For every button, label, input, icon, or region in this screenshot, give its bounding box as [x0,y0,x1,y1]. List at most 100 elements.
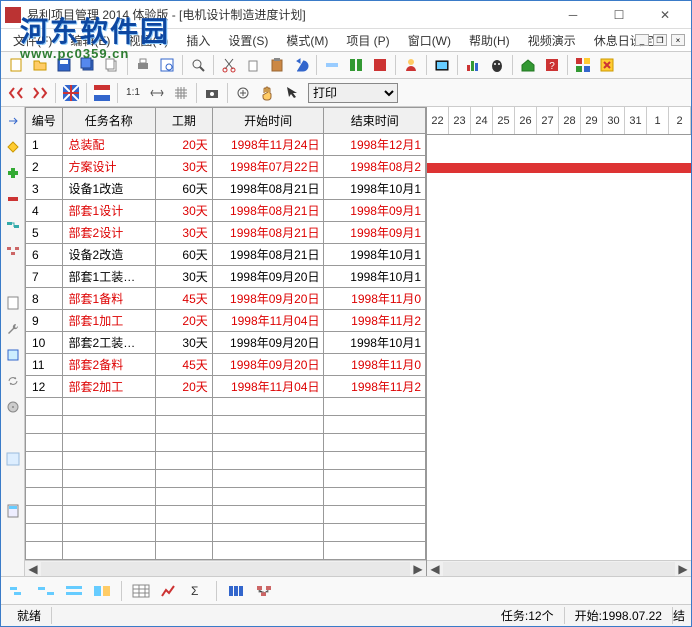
cell-end[interactable]: 1998年08月2 [324,156,426,178]
cell-num[interactable]: 9 [26,310,63,332]
table-row[interactable] [26,488,426,506]
sb-refresh-icon[interactable] [3,371,23,391]
mdi-restore-button[interactable]: ❐ [653,34,667,46]
copy2-icon[interactable] [242,54,264,76]
expand-right-icon[interactable] [29,82,51,104]
cell-num[interactable]: 11 [26,354,63,376]
cell-num[interactable]: 4 [26,200,63,222]
cell-duration[interactable]: 20天 [155,376,212,398]
tv-icon[interactable] [431,54,453,76]
cell-num[interactable]: 10 [26,332,63,354]
table-row[interactable]: 3设备1改造60天1998年08月21日1998年10月1 [26,178,426,200]
tool-a-icon[interactable] [321,54,343,76]
open-folder-icon[interactable] [29,54,51,76]
menu-view[interactable]: 视图(V) [120,30,176,51]
cell-duration[interactable]: 20天 [155,134,212,156]
save-icon[interactable] [53,54,75,76]
cell-start[interactable]: 1998年11月04日 [212,376,324,398]
col-num[interactable]: 编号 [26,108,63,134]
cell-end[interactable]: 1998年11月2 [324,310,426,332]
save-all-icon[interactable] [77,54,99,76]
cell-end[interactable]: 1998年10月1 [324,332,426,354]
table-row[interactable] [26,542,426,560]
cell-end[interactable]: 1998年09月1 [324,222,426,244]
bt-sum-icon[interactable]: Σ [186,581,208,601]
print-preview-icon[interactable] [156,54,178,76]
bt-view2-icon[interactable] [35,581,57,601]
copy-icon[interactable] [101,54,123,76]
cell-start[interactable]: 1998年11月24日 [212,134,324,156]
sb-disc-icon[interactable] [3,397,23,417]
scale-11-icon[interactable]: 1:1 [122,82,144,104]
cell-start[interactable]: 1998年08月21日 [212,222,324,244]
menu-project[interactable]: 项目 (P) [338,30,397,51]
undo-icon[interactable] [290,54,312,76]
table-row[interactable]: 11部套2备料45天1998年09月20日1998年11月0 [26,354,426,376]
expand-left-icon[interactable] [5,82,27,104]
grid-hscroll[interactable]: ◀▶ [25,560,426,576]
cell-start[interactable]: 1998年09月20日 [212,266,324,288]
cell-start[interactable]: 1998年08月21日 [212,178,324,200]
menu-edit[interactable]: 编辑(E) [62,30,118,51]
print-select[interactable]: 打印 [308,83,398,103]
flag-uk-icon[interactable] [60,82,82,104]
cell-name[interactable]: 设备2改造 [62,244,155,266]
new-file-icon[interactable] [5,54,27,76]
cell-end[interactable]: 1998年10月1 [324,178,426,200]
menu-help[interactable]: 帮助(H) [461,30,518,51]
cell-duration[interactable]: 45天 [155,354,212,376]
table-row[interactable]: 6设备2改造60天1998年08月21日1998年10月1 [26,244,426,266]
maximize-button[interactable]: ☐ [597,5,641,25]
cell-name[interactable]: 部套2加工 [62,376,155,398]
sb-arrow-icon[interactable] [3,111,23,131]
camera-icon[interactable] [201,82,223,104]
blocks-icon[interactable] [572,54,594,76]
cell-end[interactable]: 1998年09月1 [324,200,426,222]
cell-end[interactable]: 1998年10月1 [324,244,426,266]
table-row[interactable] [26,398,426,416]
pointer-icon[interactable] [280,82,302,104]
table-row[interactable] [26,470,426,488]
menu-file[interactable]: 文件(F) [5,30,60,51]
user-icon[interactable] [400,54,422,76]
qq-icon[interactable] [486,54,508,76]
table-row[interactable]: 1总装配20天1998年11月24日1998年12月1 [26,134,426,156]
cell-name[interactable]: 总装配 [62,134,155,156]
cell-start[interactable]: 1998年09月20日 [212,332,324,354]
hand-icon[interactable] [256,82,278,104]
bt-net-icon[interactable] [253,581,275,601]
cell-name[interactable]: 部套2设计 [62,222,155,244]
cell-duration[interactable]: 20天 [155,310,212,332]
cell-duration[interactable]: 30天 [155,156,212,178]
cell-end[interactable]: 1998年11月0 [324,354,426,376]
menu-insert[interactable]: 插入 [178,30,218,51]
cell-name[interactable]: 设备1改造 [62,178,155,200]
cell-num[interactable]: 2 [26,156,63,178]
menu-mode[interactable]: 模式(M) [278,30,336,51]
table-row[interactable]: 4部套1设计30天1998年08月21日1998年09月1 [26,200,426,222]
cell-end[interactable]: 1998年11月2 [324,376,426,398]
cell-num[interactable]: 7 [26,266,63,288]
mdi-minimize-button[interactable]: _ [635,34,649,46]
menu-window[interactable]: 窗口(W) [400,30,459,51]
cell-name[interactable]: 部套2工装… [62,332,155,354]
cell-name[interactable]: 部套2备料 [62,354,155,376]
zoom-icon[interactable] [187,54,209,76]
table-row[interactable]: 8部套1备料45天1998年09月20日1998年11月0 [26,288,426,310]
cell-start[interactable]: 1998年08月21日 [212,200,324,222]
gantt-hscroll[interactable]: ◀▶ [427,560,691,576]
cell-start[interactable]: 1998年08月21日 [212,244,324,266]
table-row[interactable] [26,416,426,434]
sb-page-icon[interactable] [3,345,23,365]
sb-plus-icon[interactable] [3,163,23,183]
sb-diamond-icon[interactable] [3,137,23,157]
scroll-icon[interactable] [232,82,254,104]
minimize-button[interactable]: ─ [551,5,595,25]
table-row[interactable] [26,452,426,470]
tool-b-icon[interactable] [345,54,367,76]
bt-chart-icon[interactable] [158,581,180,601]
table-row[interactable] [26,434,426,452]
print-icon[interactable] [132,54,154,76]
cell-end[interactable]: 1998年12月1 [324,134,426,156]
table-row[interactable]: 12部套2加工20天1998年11月04日1998年11月2 [26,376,426,398]
